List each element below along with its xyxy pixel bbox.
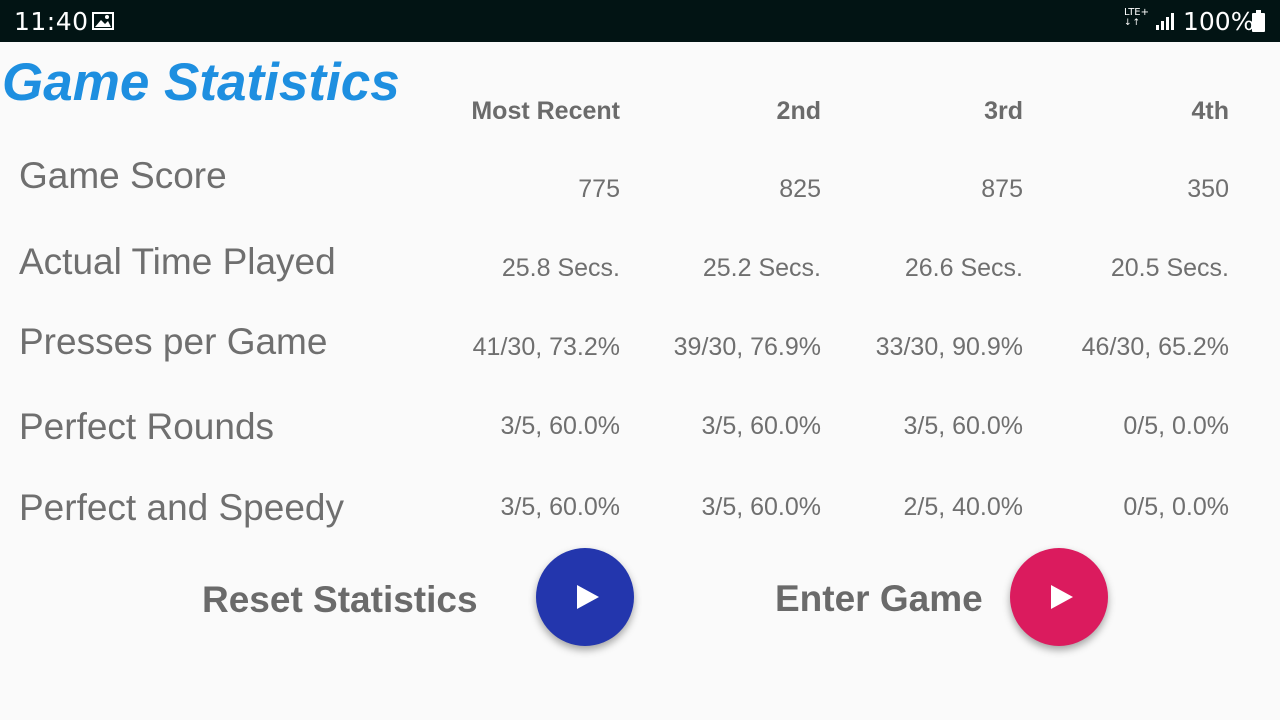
table-cell: 875: [981, 175, 1023, 203]
image-icon: [92, 12, 114, 30]
row-label-game-score: Game Score: [19, 155, 227, 196]
table-cell: 46/30, 65.2%: [1081, 333, 1229, 361]
status-bar: 11:40 LTE+ ↓↑ 100%: [0, 0, 1280, 42]
network-type: LTE+: [1124, 7, 1149, 18]
column-header-3rd: 3rd: [984, 97, 1023, 125]
table-cell: 350: [1187, 175, 1229, 203]
table-cell: 26.6 Secs.: [904, 254, 1023, 282]
table-cell: 2/5, 40.0%: [903, 493, 1023, 521]
table-cell: 3/5, 60.0%: [701, 493, 821, 521]
column-header-2nd: 2nd: [776, 97, 821, 125]
lte-icon: LTE+ ↓↑: [1124, 7, 1149, 29]
row-label-perfect-rounds: Perfect Rounds: [19, 406, 275, 447]
signal-icon: [1156, 13, 1174, 30]
table-cell: 33/30, 90.9%: [875, 333, 1023, 361]
table-cell: 39/30, 76.9%: [673, 333, 821, 361]
table-cell: 0/5, 0.0%: [1123, 412, 1229, 440]
column-header-most-recent: Most Recent: [471, 97, 620, 125]
table-cell: 20.5 Secs.: [1110, 254, 1229, 282]
column-header-4th: 4th: [1191, 97, 1230, 125]
table-cell: 3/5, 60.0%: [500, 493, 620, 521]
table-cell: 25.8 Secs.: [501, 254, 620, 282]
status-time: 11:40: [14, 7, 89, 36]
table-cell: 825: [779, 175, 821, 203]
page-title: Game Statistics: [2, 53, 400, 112]
row-label-presses-per-game: Presses per Game: [19, 321, 328, 362]
reset-statistics-button[interactable]: [536, 548, 634, 646]
enter-game-label: Enter Game: [775, 578, 983, 619]
table-cell: 3/5, 60.0%: [500, 412, 620, 440]
enter-game-button[interactable]: [1010, 548, 1108, 646]
battery-percent: 100%: [1183, 7, 1255, 36]
table-cell: 25.2 Secs.: [702, 254, 821, 282]
play-icon: [577, 585, 599, 609]
battery-icon: [1252, 10, 1265, 32]
table-cell: 3/5, 60.0%: [903, 412, 1023, 440]
row-label-perfect-and-speedy: Perfect and Speedy: [19, 487, 344, 528]
table-cell: 41/30, 73.2%: [472, 333, 620, 361]
table-cell: 0/5, 0.0%: [1123, 493, 1229, 521]
table-cell: 3/5, 60.0%: [701, 412, 821, 440]
play-icon: [1051, 585, 1073, 609]
table-cell: 775: [578, 175, 620, 203]
reset-statistics-label: Reset Statistics: [202, 579, 478, 620]
row-label-actual-time-played: Actual Time Played: [19, 241, 336, 282]
